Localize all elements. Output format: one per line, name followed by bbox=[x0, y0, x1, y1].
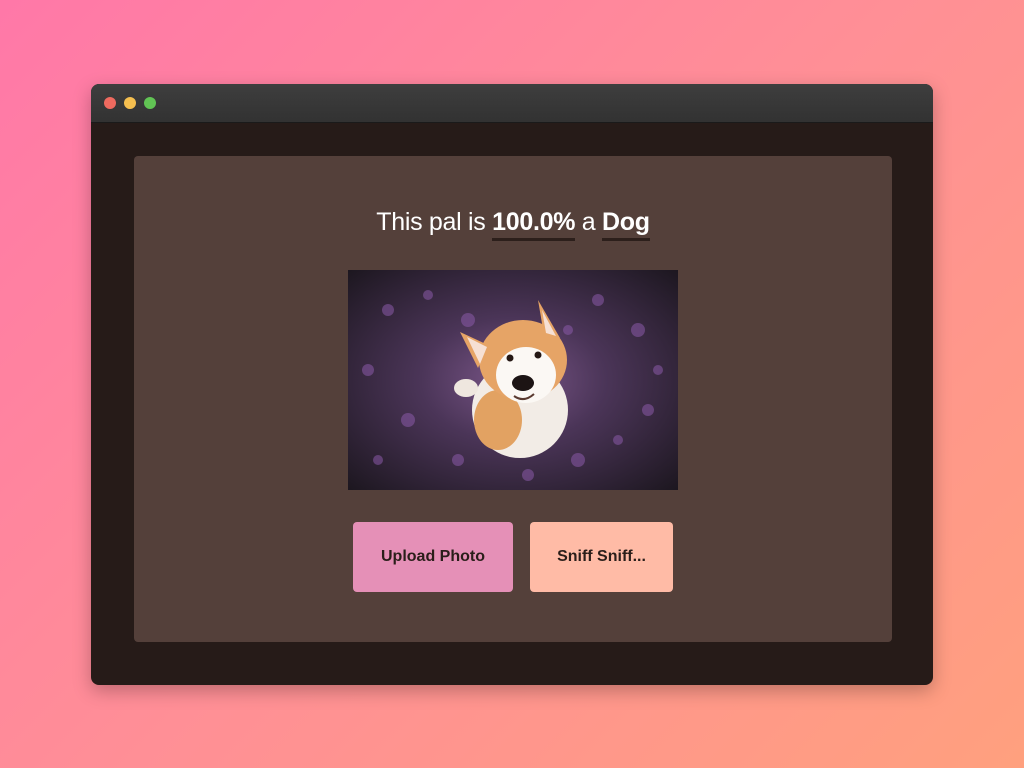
result-headline: This pal is 100.0% a Dog bbox=[134, 208, 892, 241]
dog-photo-image bbox=[348, 270, 678, 490]
result-percent: 100.0% bbox=[492, 208, 575, 241]
dog-photo bbox=[348, 270, 678, 490]
upload-photo-button[interactable]: Upload Photo bbox=[353, 522, 513, 592]
app-window: This pal is 100.0% a Dog Upload Photo Sn… bbox=[91, 84, 933, 685]
result-label: Dog bbox=[602, 208, 650, 241]
close-window-icon[interactable] bbox=[104, 97, 116, 109]
result-prefix: This pal is bbox=[376, 208, 493, 236]
title-bar bbox=[91, 84, 933, 123]
maximize-window-icon[interactable] bbox=[144, 97, 156, 109]
result-middle: a bbox=[575, 208, 603, 236]
main-panel: This pal is 100.0% a Dog Upload Photo Sn… bbox=[134, 156, 892, 642]
sniff-button[interactable]: Sniff Sniff... bbox=[530, 522, 673, 592]
minimize-window-icon[interactable] bbox=[124, 97, 136, 109]
